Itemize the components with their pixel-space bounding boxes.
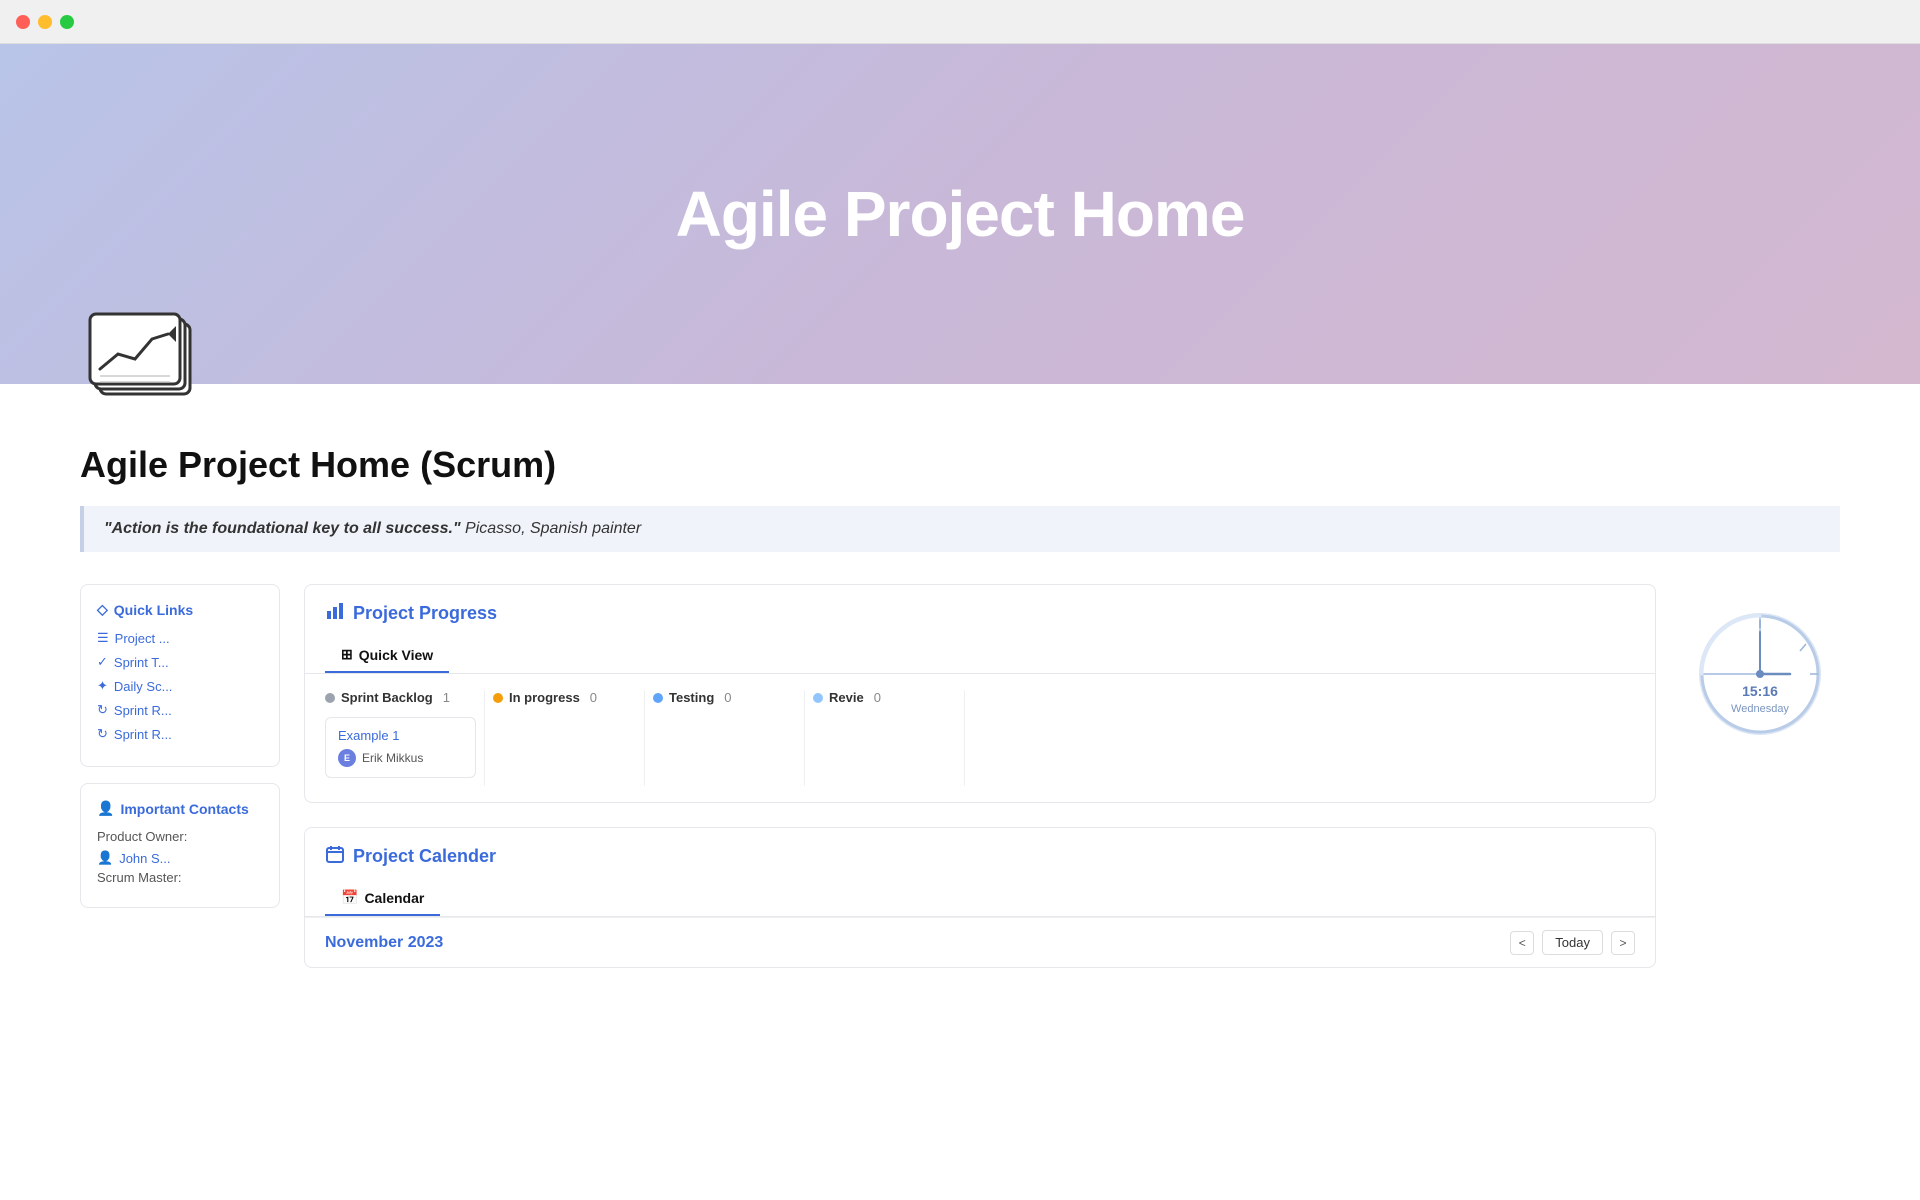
- example-1-title: Example 1: [338, 728, 463, 743]
- person-circle-icon: 👤: [97, 850, 113, 866]
- calendar-month: November 2023: [325, 934, 443, 952]
- sprint-backlog-label: Sprint Backlog: [341, 690, 433, 705]
- quote-block: "Action is the foundational key to all s…: [80, 506, 1840, 552]
- in-progress-label: In progress: [509, 690, 580, 705]
- check-circle-icon: ✓: [97, 654, 108, 670]
- main-layout: ◇ Quick Links ☰ Project ... ✓ Sprint T..…: [80, 584, 1840, 968]
- project-calendar-header: Project Calender: [305, 828, 1655, 881]
- kanban-board: Sprint Backlog 1 Example 1 E Erik Mikkus: [305, 674, 1655, 802]
- next-month-button[interactable]: >: [1611, 931, 1635, 955]
- project-calendar-panel: Project Calender 📅 Calendar November 202…: [304, 827, 1656, 968]
- minimize-button[interactable]: [38, 15, 52, 29]
- sidebar: ◇ Quick Links ☰ Project ... ✓ Sprint T..…: [80, 584, 280, 908]
- daily-scrum-link[interactable]: ✦ Daily Sc...: [97, 678, 263, 694]
- sprint-tracker-link[interactable]: ✓ Sprint T...: [97, 654, 263, 670]
- review-header: Revie 0: [813, 690, 956, 705]
- project-progress-tabs: ⊞ Quick View: [305, 638, 1655, 674]
- example-1-user: E Erik Mikkus: [338, 749, 463, 767]
- in-progress-dot: [493, 693, 503, 703]
- calendar-icon: [325, 844, 345, 869]
- in-progress-count: 0: [590, 690, 597, 705]
- project-progress-panel: Project Progress ⊞ Quick View Sprint Bac…: [304, 584, 1656, 803]
- testing-column: Testing 0: [645, 690, 805, 786]
- star-icon: ✦: [97, 678, 108, 694]
- project-progress-title: Project Progress: [353, 603, 497, 624]
- sprint-backlog-column: Sprint Backlog 1 Example 1 E Erik Mikkus: [325, 690, 485, 786]
- erik-avatar: E: [338, 749, 356, 767]
- sprint-backlog-count: 1: [443, 690, 450, 705]
- testing-count: 0: [724, 690, 731, 705]
- review-label: Revie: [829, 690, 864, 705]
- page-title: Agile Project Home (Scrum): [80, 444, 1840, 486]
- list-icon: ☰: [97, 630, 109, 646]
- calendar-nav-bar: November 2023 < Today >: [305, 917, 1655, 967]
- calendar-small-icon: 📅: [341, 889, 358, 906]
- contacts-card: 👤 Important Contacts Product Owner: 👤 Jo…: [80, 783, 280, 908]
- quote-text: "Action is the foundational key to all s…: [104, 520, 461, 537]
- contacts-title: 👤 Important Contacts: [97, 800, 263, 817]
- svg-text:15:16: 15:16: [1742, 683, 1778, 699]
- prev-month-button[interactable]: <: [1510, 931, 1534, 955]
- sprint-review-link-1[interactable]: ↻ Sprint R...: [97, 702, 263, 718]
- calendar-tab[interactable]: 📅 Calendar: [325, 881, 440, 916]
- calendar-navigation: < Today >: [1510, 930, 1635, 955]
- sprint-review-link-2[interactable]: ↻ Sprint R...: [97, 726, 263, 742]
- fullscreen-button[interactable]: [60, 15, 74, 29]
- person-icon: 👤: [97, 800, 114, 817]
- today-button[interactable]: Today: [1542, 930, 1603, 955]
- project-calendar-title: Project Calender: [353, 846, 496, 867]
- review-column: Revie 0: [805, 690, 965, 786]
- example-1-card[interactable]: Example 1 E Erik Mikkus: [325, 717, 476, 778]
- sprint-backlog-dot: [325, 693, 335, 703]
- review-count: 0: [874, 690, 881, 705]
- hero-icon: [80, 304, 210, 404]
- main-content: Agile Project Home (Scrum) "Action is th…: [0, 384, 1920, 1008]
- sprint-backlog-header: Sprint Backlog 1: [325, 690, 476, 705]
- clock-widget: 15:16 Wednesday: [1680, 584, 1840, 744]
- clock-svg: 15:16 Wednesday: [1690, 604, 1830, 744]
- refresh-icon-2: ↻: [97, 726, 108, 742]
- scrum-master-label: Scrum Master:: [97, 870, 263, 885]
- diamond-icon: ◇: [97, 601, 108, 618]
- in-progress-column: In progress 0: [485, 690, 645, 786]
- quick-view-tab[interactable]: ⊞ Quick View: [325, 638, 449, 673]
- window-chrome: [0, 0, 1920, 44]
- review-dot: [813, 693, 823, 703]
- testing-dot: [653, 693, 663, 703]
- product-owner-label: Product Owner:: [97, 829, 263, 844]
- testing-label: Testing: [669, 690, 714, 705]
- project-progress-header: Project Progress: [305, 585, 1655, 638]
- product-owner-link[interactable]: 👤 John S...: [97, 850, 263, 866]
- hero-banner: Agile Project Home: [0, 44, 1920, 384]
- in-progress-header: In progress 0: [493, 690, 636, 705]
- grid-icon: ⊞: [341, 646, 353, 663]
- refresh-icon-1: ↻: [97, 702, 108, 718]
- project-link[interactable]: ☰ Project ...: [97, 630, 263, 646]
- hero-title: Agile Project Home: [676, 177, 1245, 251]
- testing-header: Testing 0: [653, 690, 796, 705]
- calendar-tabs: 📅 Calendar: [305, 881, 1655, 917]
- quick-links-card: ◇ Quick Links ☰ Project ... ✓ Sprint T..…: [80, 584, 280, 767]
- close-button[interactable]: [16, 15, 30, 29]
- quick-links-title: ◇ Quick Links: [97, 601, 263, 618]
- svg-text:Wednesday: Wednesday: [1731, 703, 1789, 715]
- panels: Project Progress ⊞ Quick View Sprint Bac…: [304, 584, 1656, 968]
- chart-icon: [325, 601, 345, 626]
- quote-attribution: Picasso, Spanish painter: [461, 520, 642, 537]
